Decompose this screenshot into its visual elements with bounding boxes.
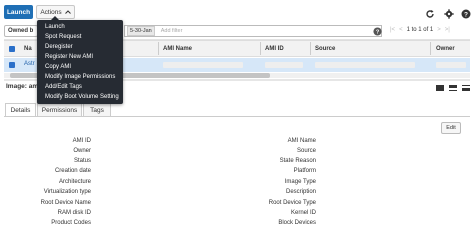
last-page-icon[interactable]: >| <box>445 27 450 33</box>
source-cell <box>315 62 415 68</box>
layout-bottom-icon[interactable] <box>462 85 470 91</box>
actions-label: Actions <box>40 8 62 16</box>
field-label-status: Status <box>73 158 91 164</box>
svg-text:?: ? <box>375 29 379 35</box>
menu-item-modify-image-permissions[interactable]: Modify Image Permissions <box>45 74 115 80</box>
first-page-icon[interactable]: |< <box>390 27 395 33</box>
field-label-creation-date: Creation date <box>54 168 91 174</box>
menu-item-add-edit-tags[interactable]: Add/Edit Tags <box>45 84 82 90</box>
field-label-description: Description <box>285 189 316 195</box>
ami-name-cell <box>163 62 243 68</box>
details-title: Image: ami <box>6 83 40 90</box>
menu-item-spot-request[interactable]: Spot Request <box>45 34 81 40</box>
column-header-name[interactable]: Na <box>24 40 32 57</box>
column-header-owner[interactable]: Owner <box>436 40 455 57</box>
menu-item-copy-ami[interactable]: Copy AMI <box>45 64 71 70</box>
help-icon[interactable]: ? <box>371 25 383 37</box>
field-label-ram-disk-id: RAM disk ID <box>57 210 91 216</box>
ami-id-cell <box>265 62 303 68</box>
svg-text:?: ? <box>464 11 468 18</box>
actions-menu: Launch Spot Request Deregister Register … <box>37 20 123 104</box>
owner-cell <box>436 62 466 68</box>
field-label-state-reason: State Reason <box>279 158 316 164</box>
column-divider[interactable] <box>310 42 311 55</box>
menu-item-modify-boot-volume-setting[interactable]: Modify Boot Volume Setting <box>45 94 119 100</box>
next-page-icon[interactable]: > <box>437 27 441 33</box>
menu-item-launch[interactable]: Launch <box>45 24 65 30</box>
search-placeholder: Add filter <box>160 28 183 34</box>
gear-icon[interactable] <box>443 8 455 20</box>
column-header-ami-id[interactable]: AMI ID <box>265 40 284 57</box>
filter-chip[interactable]: 5-30-Jan <box>127 26 155 36</box>
select-all-checkbox[interactable] <box>9 46 15 52</box>
search-input[interactable]: 5-30-Jan Add filter <box>124 25 382 37</box>
launch-button[interactable]: Launch <box>4 5 33 19</box>
row-name-cell[interactable]: Astr <box>24 61 35 67</box>
layout-split-icon[interactable] <box>449 85 457 91</box>
column-divider[interactable] <box>158 42 159 55</box>
pagination-text: 1 to 1 of 1 <box>406 27 434 33</box>
tab-permissions[interactable]: Permissions <box>37 103 82 116</box>
field-label-architecture: Architecture <box>58 179 91 185</box>
edit-button[interactable]: Edit <box>441 122 461 134</box>
field-label-owner: Owner <box>73 148 91 154</box>
column-header-ami-name[interactable]: AMI Name <box>163 40 192 57</box>
tab-underline <box>4 116 470 117</box>
field-label-ami-name: AMI Name <box>287 138 316 144</box>
chevron-up-icon <box>64 9 71 16</box>
field-label-source: Source <box>296 148 316 154</box>
field-label-kernel-id: Kernel ID <box>290 210 316 216</box>
field-label-image-type: Image Type <box>284 179 316 185</box>
help-icon[interactable]: ? <box>460 8 472 20</box>
field-label-product-codes: Product Codes <box>51 220 91 226</box>
field-label-platform: Platform <box>293 168 316 174</box>
layout-full-icon[interactable] <box>436 85 444 91</box>
prev-page-icon[interactable]: < <box>399 27 403 33</box>
menu-item-register-new-ami[interactable]: Register New AMI <box>45 54 93 60</box>
menu-item-deregister[interactable]: Deregister <box>45 44 73 50</box>
column-divider[interactable] <box>430 42 431 55</box>
tab-tags[interactable]: Tags <box>83 103 111 116</box>
field-label-root-device-name: Root Device Name <box>40 200 91 206</box>
owned-by-select[interactable]: Owned b <box>4 25 38 37</box>
field-label-root-device-type: Root Device Type <box>268 200 316 206</box>
column-header-source[interactable]: Source <box>315 40 335 57</box>
column-divider[interactable] <box>260 42 261 55</box>
field-label-block-devices: Block Devices <box>278 220 316 226</box>
tab-details[interactable]: Details <box>5 103 36 117</box>
row-checkbox[interactable] <box>9 62 15 68</box>
field-label-ami-id: AMI ID <box>72 138 91 144</box>
field-label-virtualization-type: Virtualization type <box>43 189 91 195</box>
refresh-icon[interactable] <box>424 8 436 20</box>
